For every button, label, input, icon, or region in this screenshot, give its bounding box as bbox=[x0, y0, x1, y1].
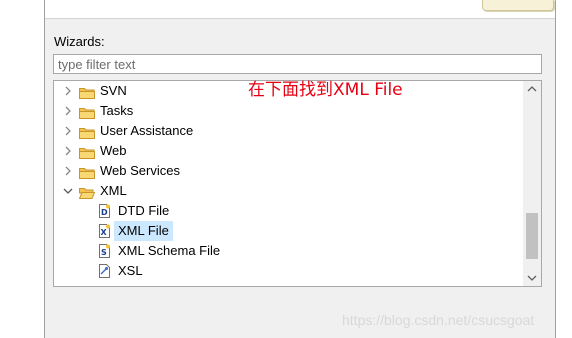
tree-item-web[interactable]: Web bbox=[62, 141, 522, 161]
folder-open-icon bbox=[78, 185, 96, 205]
xsl-file-icon bbox=[98, 264, 111, 278]
tree-item-xml-file[interactable]: X XML File bbox=[98, 221, 518, 241]
watermark-text: https://blog.csdn.net/csucsgoat bbox=[342, 312, 535, 328]
filter-input[interactable] bbox=[53, 54, 542, 74]
scroll-down-icon[interactable] bbox=[523, 270, 541, 286]
chevron-right-icon[interactable] bbox=[62, 101, 74, 121]
chevron-right-icon[interactable] bbox=[62, 81, 74, 101]
tree-item-tasks[interactable]: Tasks bbox=[62, 101, 522, 121]
chevron-down-icon[interactable] bbox=[62, 181, 74, 201]
tree-item-dtd-file[interactable]: D DTD File bbox=[98, 201, 518, 221]
left-window-edge bbox=[0, 0, 45, 338]
tree-item-label: Web bbox=[100, 143, 127, 158]
tree-item-user-assistance[interactable]: User Assistance bbox=[62, 121, 522, 141]
wizard-banner-image bbox=[482, 0, 554, 11]
tree-item-label: XML Schema File bbox=[118, 243, 221, 258]
svg-text:D: D bbox=[101, 208, 108, 217]
tree-item-xml-schema-file[interactable]: S XML Schema File bbox=[98, 241, 518, 261]
xml-file-icon: X bbox=[98, 224, 111, 238]
tree-item-web-services[interactable]: Web Services bbox=[62, 161, 522, 181]
tree-item-xml[interactable]: XML bbox=[62, 181, 522, 201]
chevron-right-icon[interactable] bbox=[62, 141, 74, 161]
wizards-label: Wizards: bbox=[54, 34, 105, 49]
svg-text:S: S bbox=[101, 248, 107, 257]
svg-text:X: X bbox=[101, 228, 108, 237]
tree-item-xsl[interactable]: XSL bbox=[98, 261, 518, 281]
scroll-up-icon[interactable] bbox=[523, 81, 541, 97]
right-dialog-border bbox=[555, 0, 556, 338]
tree-item-label: Tasks bbox=[100, 103, 134, 118]
dtd-file-icon: D bbox=[98, 204, 111, 218]
tree-item-label: User Assistance bbox=[100, 123, 194, 138]
chevron-right-icon[interactable] bbox=[62, 161, 74, 181]
chevron-right-icon[interactable] bbox=[62, 121, 74, 141]
tree-item-label: DTD File bbox=[118, 203, 170, 218]
wizard-tree[interactable]: SVN Tasks User Assistance Web Web Servic… bbox=[53, 80, 542, 287]
scrollbar-thumb[interactable] bbox=[526, 213, 538, 259]
tree-item-label: XML bbox=[100, 183, 127, 198]
wizard-header-banner bbox=[45, 0, 555, 19]
tree-item-label: Web Services bbox=[100, 163, 180, 178]
annotation-text: 在下面找到XML File bbox=[248, 80, 403, 100]
right-window-edge bbox=[556, 0, 572, 338]
tree-item-label: SVN bbox=[100, 83, 127, 98]
tree-item-label: XSL bbox=[118, 263, 143, 278]
tree-scrollbar[interactable] bbox=[523, 81, 541, 286]
tree-item-label: XML File bbox=[114, 221, 173, 241]
xsd-file-icon: S bbox=[98, 244, 111, 258]
